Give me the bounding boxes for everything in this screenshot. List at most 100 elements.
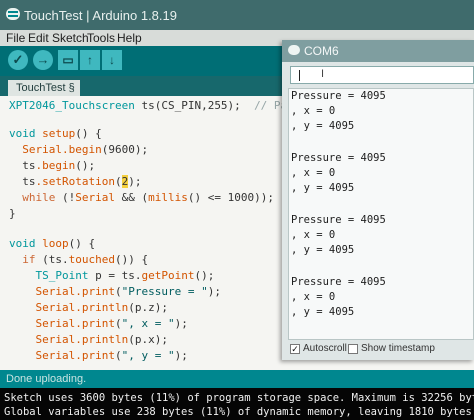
code-line: Serial.print("Pressure = "); bbox=[9, 284, 221, 300]
save-button[interactable]: ↓ bbox=[102, 50, 122, 70]
open-button[interactable]: ↑ bbox=[80, 50, 100, 70]
code-token: .println bbox=[75, 333, 129, 346]
code-token: Serial bbox=[75, 191, 115, 204]
code-line: ts.setRotation(2); bbox=[9, 174, 141, 190]
code-token: ts(CS_PIN,255); bbox=[134, 99, 255, 112]
console-line: Global variables use 238 bytes (11%) of … bbox=[4, 406, 474, 418]
verify-button[interactable]: ✓ bbox=[8, 50, 28, 70]
code-string: "Pressure = " bbox=[121, 285, 208, 298]
serial-monitor-title: COM6 bbox=[304, 44, 339, 58]
serial-line: , x = 0 bbox=[291, 229, 336, 241]
code-line: void loop() { bbox=[9, 236, 95, 252]
code-token: (p.x); bbox=[128, 333, 168, 346]
code-line: Serial.print(", x = "); bbox=[9, 316, 187, 332]
serial-line: , y = 4095 bbox=[291, 182, 355, 194]
code-token: touched bbox=[68, 253, 115, 266]
serial-line: Pressure = 4095 bbox=[291, 214, 386, 226]
serial-line: Pressure = 4095 bbox=[291, 152, 386, 164]
code-token: ); bbox=[174, 349, 188, 362]
code-token: (ts. bbox=[35, 253, 69, 266]
code-token: loop bbox=[35, 237, 69, 250]
code-token: Serial bbox=[9, 143, 62, 156]
serial-line: Pressure = 4095 bbox=[291, 276, 386, 288]
code-token: ); bbox=[128, 175, 142, 188]
code-token: void bbox=[9, 237, 36, 250]
code-token: .setRotation bbox=[35, 175, 115, 188]
serial-output: Pressure = 4095 , x = 0 , y = 4095 Press… bbox=[288, 88, 474, 340]
console-line: Sketch uses 3600 bytes (11%) of program … bbox=[4, 392, 474, 404]
code-line: XPT2046_Touchscreen ts(CS_PIN,255); // P… bbox=[9, 98, 294, 114]
check-icon: ✓ bbox=[12, 52, 24, 67]
tab-touchtest[interactable]: TouchTest § bbox=[8, 80, 80, 96]
serial-line: Pressure = 4095 bbox=[291, 90, 386, 102]
serial-monitor-title-bar[interactable]: COM6 bbox=[282, 40, 474, 62]
code-token: getPoint bbox=[141, 269, 195, 282]
code-token: Serial bbox=[9, 317, 76, 330]
code-token: (); bbox=[194, 269, 215, 282]
arduino-logo-icon bbox=[288, 45, 300, 55]
code-token: .print bbox=[75, 349, 115, 362]
code-token: TS_Point bbox=[9, 269, 89, 282]
text-cursor bbox=[299, 70, 300, 81]
menu-sketch[interactable]: Sketch bbox=[52, 31, 89, 45]
upload-button[interactable]: → bbox=[33, 50, 53, 70]
menu-help[interactable]: Help bbox=[117, 31, 142, 45]
code-line: while (!Serial && (millis() <= 1000)); bbox=[9, 190, 274, 206]
ibeam-cursor-icon: I bbox=[321, 68, 325, 80]
code-line: void setup() { bbox=[9, 126, 102, 142]
serial-line: , y = 4095 bbox=[291, 244, 355, 256]
code-token: void bbox=[9, 127, 36, 140]
serial-monitor-window: COM6 I Pressure = 4095 , x = 0 , y = 409… bbox=[282, 40, 474, 360]
code-token: () { bbox=[75, 127, 102, 140]
code-token: Serial bbox=[9, 333, 76, 346]
title-bar: TouchTest | Arduino 1.8.19 bbox=[0, 0, 474, 30]
code-line: ts.begin(); bbox=[9, 158, 95, 174]
code-token: (! bbox=[55, 191, 76, 204]
status-bar: Done uploading. bbox=[0, 370, 474, 388]
code-token: XPT2046_Touchscreen bbox=[9, 99, 135, 112]
arduino-logo-icon bbox=[6, 8, 20, 20]
code-token: ts bbox=[9, 175, 36, 188]
arrow-up-icon: ↑ bbox=[87, 53, 93, 67]
code-token: (9600); bbox=[101, 143, 149, 156]
code-token: ); bbox=[207, 285, 221, 298]
code-token: && ( bbox=[114, 191, 149, 204]
code-token: if bbox=[9, 253, 36, 266]
serial-line: , x = 0 bbox=[291, 291, 336, 303]
serial-monitor-footer: ✓ Autoscroll Show timestamp bbox=[282, 340, 474, 360]
code-token: () { bbox=[68, 237, 96, 250]
code-token: Serial bbox=[9, 349, 76, 362]
code-token: (p.z); bbox=[128, 301, 168, 314]
code-token: () <= 1000)); bbox=[187, 191, 274, 204]
new-button[interactable]: ▭ bbox=[58, 50, 78, 70]
code-line: Serial.println(p.x); bbox=[9, 332, 168, 348]
show-timestamp-checkbox[interactable] bbox=[348, 344, 358, 354]
code-string: ", x = " bbox=[121, 317, 175, 330]
code-token: Serial bbox=[9, 301, 76, 314]
output-console: Sketch uses 3600 bytes (11%) of program … bbox=[0, 388, 474, 420]
code-token: while bbox=[9, 191, 56, 204]
arrow-right-icon: → bbox=[36, 52, 50, 67]
code-token: ( bbox=[114, 175, 122, 188]
serial-line: , x = 0 bbox=[291, 167, 336, 179]
serial-input-field[interactable]: I bbox=[290, 66, 474, 84]
new-file-icon: ▭ bbox=[62, 53, 74, 67]
menu-file[interactable]: File bbox=[6, 31, 25, 45]
serial-line: , y = 4095 bbox=[291, 306, 355, 318]
serial-line: , y = 4095 bbox=[291, 120, 355, 132]
code-token: setup bbox=[35, 127, 76, 140]
code-line: Serial.print(", y = "); bbox=[9, 348, 188, 364]
code-token: (); bbox=[75, 159, 96, 172]
code-token: ()) { bbox=[114, 253, 149, 266]
autoscroll-checkbox[interactable]: ✓ bbox=[290, 344, 300, 354]
code-token: ts bbox=[9, 159, 36, 172]
serial-line: , x = 0 bbox=[291, 105, 336, 117]
code-string: ", y = " bbox=[121, 349, 175, 362]
code-line: TS_Point p = ts.getPoint(); bbox=[9, 268, 214, 284]
code-line: Serial.println(p.z); bbox=[9, 300, 168, 316]
menu-edit[interactable]: Edit bbox=[28, 31, 49, 45]
arrow-down-icon: ↓ bbox=[109, 53, 115, 67]
code-line: Serial.begin(9600); bbox=[9, 142, 148, 158]
window-title: TouchTest | Arduino 1.8.19 bbox=[24, 8, 177, 23]
menu-tools[interactable]: Tools bbox=[87, 31, 115, 45]
